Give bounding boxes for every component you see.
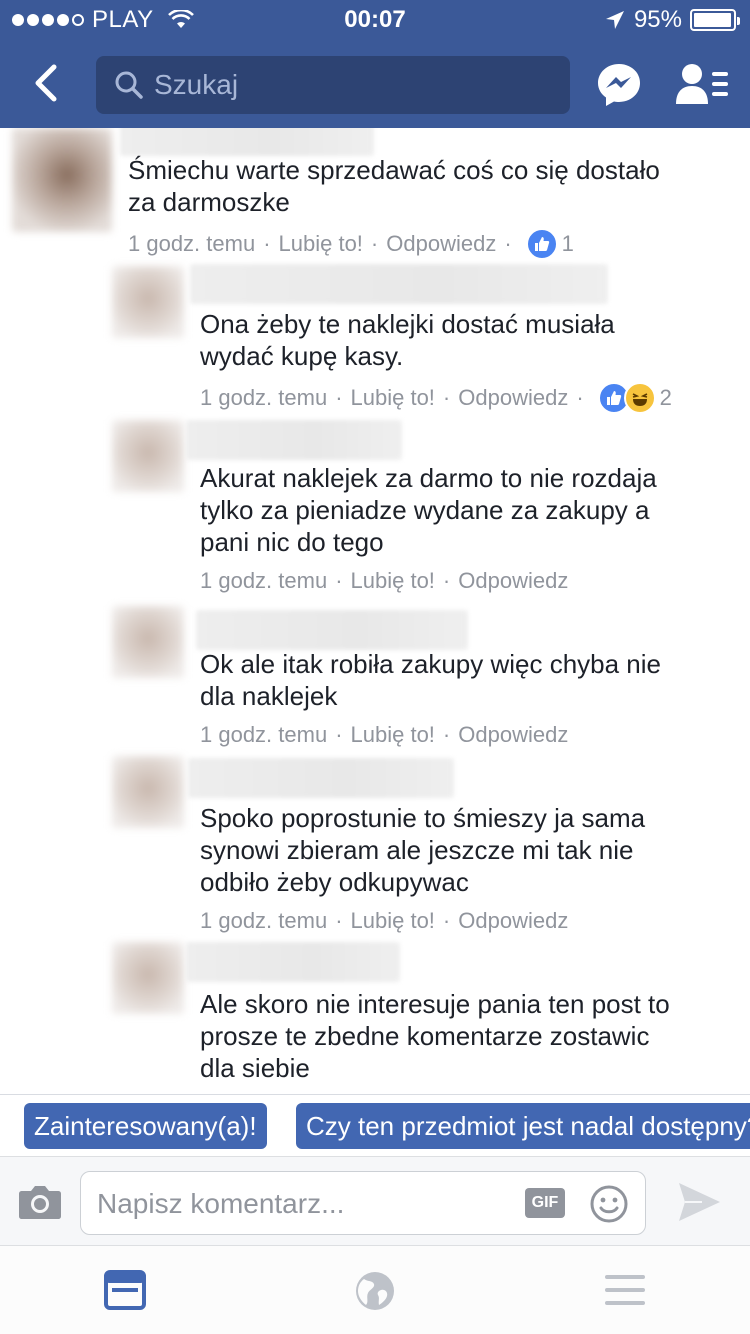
- reactions-summary[interactable]: 1: [525, 228, 574, 260]
- comment-composer: GIF: [0, 1156, 750, 1246]
- comment-time: 1 godz. temu: [200, 385, 328, 410]
- comment-text: Śmiechu warte sprzedawać coś co się dost…: [128, 155, 660, 217]
- comment-input-box[interactable]: GIF: [80, 1171, 646, 1235]
- battery-percent: 95%: [633, 6, 682, 33]
- like-link[interactable]: Lubię to!: [351, 568, 435, 594]
- like-link[interactable]: Lubię to!: [351, 722, 435, 748]
- commenter-name-blurred[interactable]: [120, 128, 374, 156]
- comment-time: 1 godz. temu: [200, 568, 328, 593]
- avatar[interactable]: [12, 128, 112, 232]
- avatar[interactable]: [112, 756, 184, 828]
- tab-news-feed[interactable]: [104, 1270, 148, 1310]
- avatar[interactable]: [112, 606, 184, 678]
- commenter-name-blurred[interactable]: [186, 942, 400, 982]
- tab-notifications-globe[interactable]: [354, 1270, 398, 1310]
- friend-requests-button[interactable]: [674, 60, 730, 110]
- friend-requests-icon: [676, 64, 728, 104]
- comment-text: Ale skoro nie interesuje pania ten post …: [200, 989, 670, 1083]
- like-link[interactable]: Lubię to!: [279, 231, 363, 257]
- camera-icon: [19, 1186, 61, 1219]
- send-button[interactable]: [676, 1179, 722, 1225]
- reply-link[interactable]: Odpowiedz: [458, 722, 568, 748]
- comment-thread: Śmiechu warte sprzedawać coś co się dost…: [0, 128, 750, 1094]
- reactions-summary[interactable]: 2: [597, 382, 672, 414]
- search-bar[interactable]: [96, 56, 570, 114]
- like-reaction-icon: [525, 228, 558, 260]
- chevron-left-icon: [35, 64, 57, 102]
- comment-time: 1 godz. temu: [200, 722, 328, 747]
- comment-text: Akurat naklejek za darmo to nie rozdaja …: [200, 463, 657, 557]
- top-nav-bar: [0, 40, 750, 128]
- commenter-name-blurred[interactable]: [196, 610, 468, 650]
- location-arrow-icon: [605, 11, 624, 29]
- reply-link[interactable]: Odpowiedz: [386, 231, 496, 257]
- reply-link[interactable]: Odpowiedz: [458, 568, 568, 594]
- status-right: 95%: [604, 6, 740, 34]
- haha-reaction-icon: [623, 382, 656, 414]
- reply-link[interactable]: Odpowiedz: [458, 908, 568, 934]
- comment-text: Ona żeby te naklejki dostać musiała wyda…: [200, 309, 615, 371]
- reaction-count: 2: [659, 385, 672, 410]
- messenger-button[interactable]: [594, 60, 644, 110]
- comment-time: 1 godz. temu: [128, 231, 256, 256]
- back-button[interactable]: [20, 58, 70, 108]
- like-link[interactable]: Lubię to!: [351, 385, 435, 411]
- quick-reply-still-available[interactable]: Czy ten przedmiot jest nadal dostępny?: [296, 1103, 750, 1149]
- status-bar: PLAY 00:07 95%: [0, 0, 750, 40]
- send-icon: [679, 1183, 720, 1221]
- avatar[interactable]: [112, 420, 184, 492]
- globe-icon: [356, 1272, 394, 1310]
- reaction-count: 1: [561, 231, 574, 256]
- search-icon: [115, 71, 143, 99]
- comment-text: Spoko poprostunie to śmieszy ja sama syn…: [200, 803, 646, 897]
- comment-meta: 1 godz. temu · Lubię to! · Odpowiedz · 2: [200, 382, 672, 414]
- comment-time: 1 godz. temu: [200, 908, 328, 933]
- quick-reply-interested[interactable]: Zainteresowany(a)!: [24, 1103, 267, 1149]
- emoji-button[interactable]: [589, 1184, 629, 1224]
- quick-replies-bar: Zainteresowany(a)! Czy ten przedmiot jes…: [0, 1094, 750, 1156]
- news-feed-icon: [104, 1270, 146, 1310]
- comment-input[interactable]: [97, 1184, 517, 1224]
- search-input[interactable]: [154, 69, 534, 101]
- comment-meta: 1 godz. temu · Lubię to! · Odpowiedz: [200, 908, 569, 934]
- menu-icon: [605, 1275, 645, 1305]
- commenter-name-blurred[interactable]: [190, 264, 608, 304]
- commenter-name-blurred[interactable]: [188, 758, 454, 798]
- comment-meta: 1 godz. temu · Lubię to! · Odpowiedz · 1: [128, 228, 574, 260]
- like-link[interactable]: Lubię to!: [351, 908, 435, 934]
- avatar[interactable]: [112, 942, 184, 1014]
- battery-icon: [690, 9, 740, 31]
- reply-link[interactable]: Odpowiedz: [458, 385, 568, 411]
- comment-meta: 1 godz. temu · Lubię to! · Odpowiedz: [200, 722, 569, 748]
- emoji-icon: [590, 1185, 628, 1223]
- tab-menu[interactable]: [604, 1270, 648, 1310]
- camera-button[interactable]: [18, 1183, 62, 1221]
- comment-text: Ok ale itak robiła zakupy więc chyba nie…: [200, 649, 662, 711]
- commenter-name-blurred[interactable]: [186, 420, 402, 460]
- avatar[interactable]: [112, 266, 184, 338]
- bottom-tab-bar: [0, 1246, 750, 1334]
- messenger-icon: [598, 64, 640, 106]
- gif-button[interactable]: GIF: [525, 1188, 565, 1218]
- comment-meta: 1 godz. temu · Lubię to! · Odpowiedz: [200, 568, 569, 594]
